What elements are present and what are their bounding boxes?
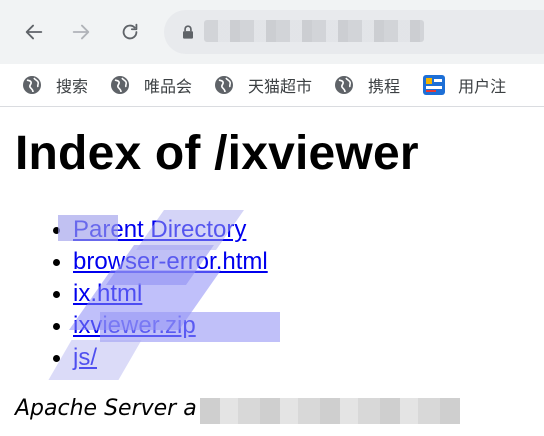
lock-icon [183,25,193,39]
bookmark-label: 天猫超市 [248,77,313,96]
globe-icon [111,76,130,94]
file-list: Parent Directory browser-error.html ix.h… [33,214,268,374]
bookmark-vip[interactable]: 唯品会 [110,70,192,100]
globe-icon [335,76,354,94]
address-bar[interactable] [164,10,544,54]
url-text [204,20,424,42]
bookmark-label: 携程 [368,77,401,96]
file-link[interactable]: ixviewer.zip [73,312,196,339]
bookmark-user-register[interactable]: 用户注 [422,70,506,100]
user-app-icon [423,75,446,95]
globe-icon [23,76,41,94]
arrow-right-icon [72,24,90,40]
bookmark-tmall[interactable]: 天猫超市 [214,70,312,100]
back-button[interactable] [16,14,52,50]
file-link[interactable]: browser-error.html [73,248,268,275]
bookmarks-bar: 搜索 唯品会 天猫超市 携程 用户注 [0,64,544,107]
redaction-mosaic [200,398,460,424]
globe-icon [215,76,234,94]
bookmark-label: 搜索 [56,77,89,96]
bookmark-ctrip[interactable]: 携程 [334,70,400,100]
bookmark-search[interactable]: 搜索 [22,70,88,100]
list-item: ixviewer.zip [73,310,268,342]
file-link[interactable]: ix.html [73,280,142,307]
file-link[interactable]: js/ [73,344,97,371]
bookmark-label: 唯品会 [144,77,193,96]
list-item: ix.html [73,278,268,310]
list-item: Parent Directory [73,214,268,246]
reload-icon [122,23,138,40]
reload-button[interactable] [112,14,148,50]
list-item: browser-error.html [73,246,268,278]
list-item: js/ [73,342,268,374]
bookmark-label: 用户注 [458,77,507,96]
forward-button[interactable] [63,14,99,50]
arrow-left-icon [25,24,43,40]
page-title: Index of /ixviewer [15,127,419,180]
file-link-parent[interactable]: Parent Directory [73,216,246,243]
browser-toolbar [0,0,544,64]
server-signature: Apache Server a [15,396,197,421]
